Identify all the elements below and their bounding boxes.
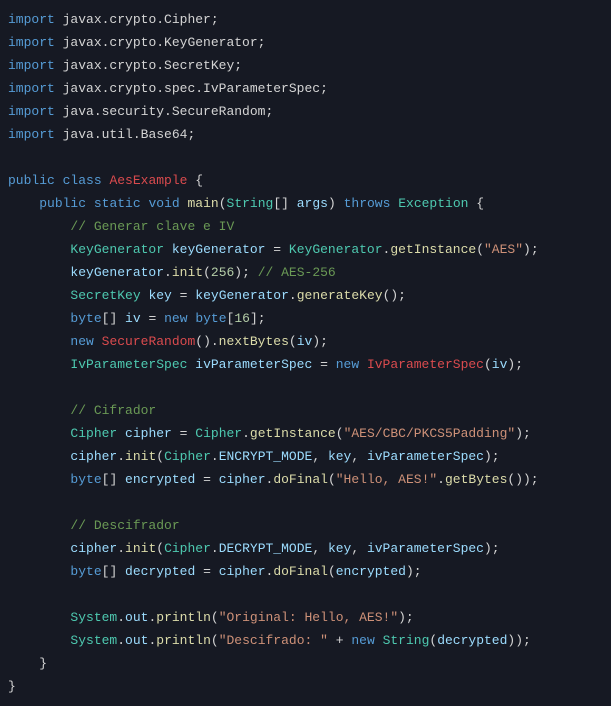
type: Cipher	[164, 449, 211, 464]
var: decrypted	[125, 564, 195, 579]
keyword-new: new	[336, 357, 359, 372]
var: cipher	[70, 541, 117, 556]
arg: encrypted	[336, 564, 406, 579]
arg: key	[328, 449, 351, 464]
keyword-new: new	[351, 633, 374, 648]
comment: // Generar clave e IV	[70, 219, 234, 234]
keyword-public: public	[39, 196, 86, 211]
type: Cipher	[164, 541, 211, 556]
var: keyGenerator	[70, 265, 164, 280]
var: encrypted	[125, 472, 195, 487]
field: out	[125, 610, 148, 625]
keyword-static: static	[94, 196, 141, 211]
arg: ivParameterSpec	[367, 541, 484, 556]
type: KeyGenerator	[289, 242, 383, 257]
arg: iv	[297, 334, 313, 349]
package-path: javax.crypto.spec.IvParameterSpec	[63, 81, 320, 96]
var: cipher	[125, 426, 172, 441]
package-path: java.security.SecureRandom	[63, 104, 266, 119]
type: SecretKey	[70, 288, 140, 303]
type: IvParameterSpec	[70, 357, 187, 372]
number: 256	[211, 265, 234, 280]
comment: // AES-256	[258, 265, 336, 280]
keyword-import: import	[8, 127, 55, 142]
type: KeyGenerator	[70, 242, 164, 257]
method: init	[125, 541, 156, 556]
arg: key	[328, 541, 351, 556]
method: init	[125, 449, 156, 464]
keyword-byte: byte	[70, 472, 101, 487]
type: System	[70, 633, 117, 648]
method: nextBytes	[219, 334, 289, 349]
string: "AES/CBC/PKCS5Padding"	[344, 426, 516, 441]
number: 16	[234, 311, 250, 326]
field: out	[125, 633, 148, 648]
var: keyGenerator	[172, 242, 266, 257]
method: doFinal	[273, 472, 328, 487]
type-exception: Exception	[398, 196, 468, 211]
code-block: import javax.crypto.Cipher; import javax…	[0, 0, 611, 706]
var: keyGenerator	[195, 288, 289, 303]
keyword-import: import	[8, 104, 55, 119]
package-path: java.util.Base64	[63, 127, 188, 142]
keyword-import: import	[8, 81, 55, 96]
keyword-import: import	[8, 35, 55, 50]
arg: decrypted	[437, 633, 507, 648]
package-path: javax.crypto.SecretKey	[63, 58, 235, 73]
type: String	[383, 633, 430, 648]
type: IvParameterSpec	[367, 357, 484, 372]
arg: iv	[492, 357, 508, 372]
param-args: args	[297, 196, 328, 211]
keyword-new: new	[70, 334, 93, 349]
keyword-byte: byte	[70, 311, 101, 326]
keyword-import: import	[8, 12, 55, 27]
type-string: String	[227, 196, 274, 211]
type: System	[70, 610, 117, 625]
var: cipher	[70, 449, 117, 464]
type: Cipher	[195, 426, 242, 441]
var: key	[148, 288, 171, 303]
method: getInstance	[390, 242, 476, 257]
keyword-class: class	[63, 173, 102, 188]
const: DECRYPT_MODE	[219, 541, 313, 556]
comment: // Cifrador	[70, 403, 156, 418]
method: println	[156, 633, 211, 648]
string: "Original: Hello, AES!"	[219, 610, 398, 625]
string: "AES"	[484, 242, 523, 257]
class-name: AesExample	[109, 173, 187, 188]
keyword-throws: throws	[344, 196, 391, 211]
const: ENCRYPT_MODE	[219, 449, 313, 464]
string: "Hello, AES!"	[336, 472, 437, 487]
keyword-void: void	[148, 196, 179, 211]
method: doFinal	[273, 564, 328, 579]
keyword-byte: byte	[70, 564, 101, 579]
comment: // Descifrador	[70, 518, 179, 533]
keyword-new: new	[164, 311, 187, 326]
method: getBytes	[445, 472, 507, 487]
arg: ivParameterSpec	[367, 449, 484, 464]
method: println	[156, 610, 211, 625]
var: cipher	[219, 564, 266, 579]
var: cipher	[219, 472, 266, 487]
method: getInstance	[250, 426, 336, 441]
method: init	[172, 265, 203, 280]
method: generateKey	[297, 288, 383, 303]
type: Cipher	[70, 426, 117, 441]
keyword-import: import	[8, 58, 55, 73]
var: ivParameterSpec	[195, 357, 312, 372]
package-path: javax.crypto.KeyGenerator	[63, 35, 258, 50]
var: iv	[125, 311, 141, 326]
keyword-public: public	[8, 173, 55, 188]
method-main: main	[188, 196, 219, 211]
keyword-byte: byte	[195, 311, 226, 326]
type: SecureRandom	[102, 334, 196, 349]
package-path: javax.crypto.Cipher	[63, 12, 211, 27]
string: "Descifrado: "	[219, 633, 328, 648]
